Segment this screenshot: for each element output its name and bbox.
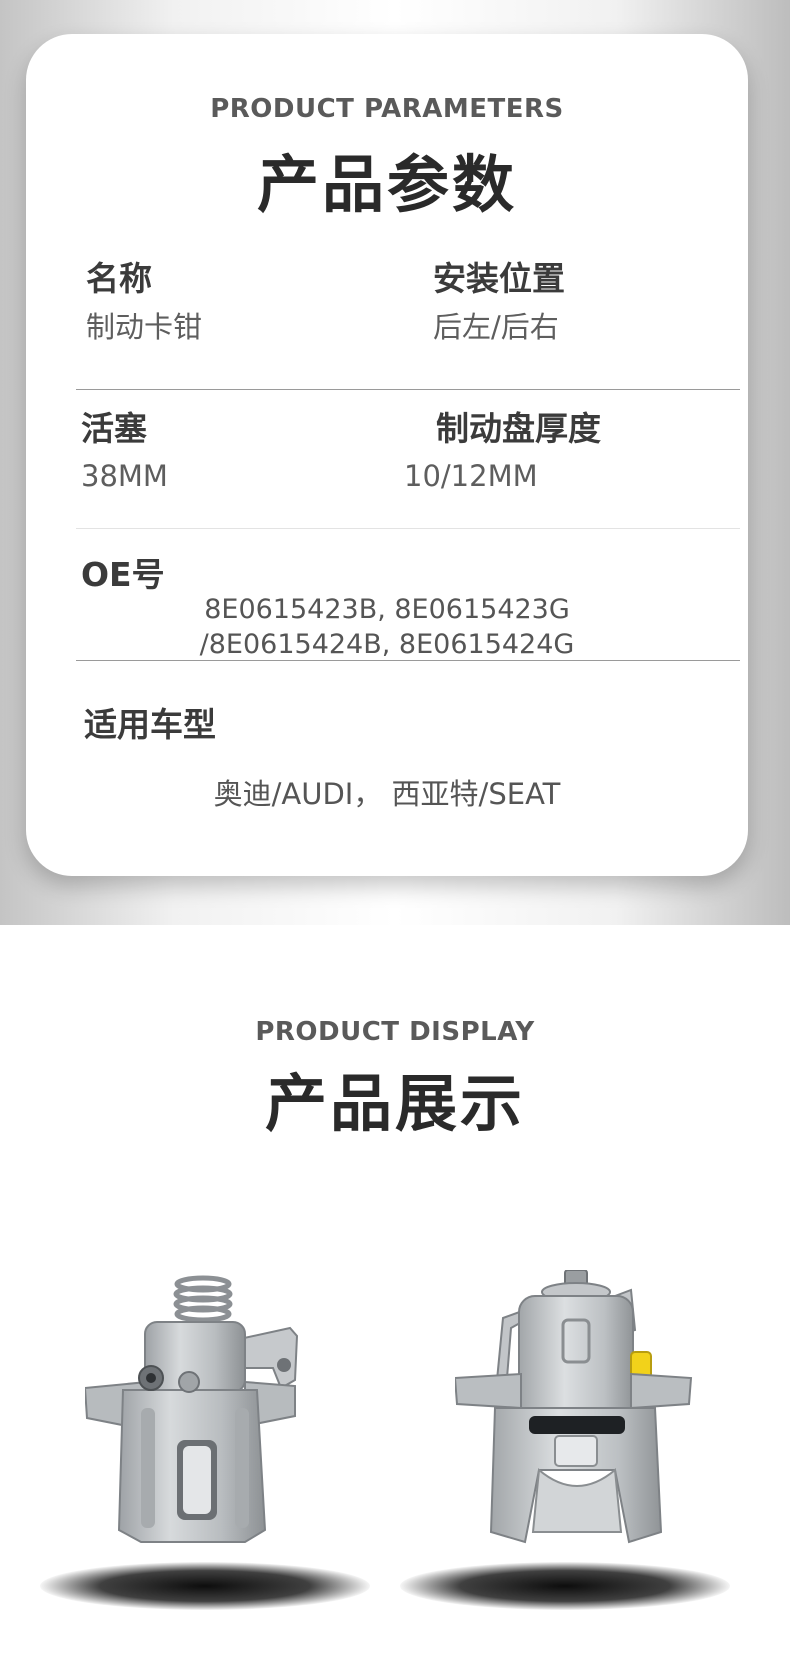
models-value: 奥迪/AUDI， 西亚特/SEAT [213,777,561,811]
name-value: 制动卡钳 [86,310,203,344]
oe-number-label: OE号 [81,555,165,594]
piston-label: 活塞 [81,409,147,448]
parameters-section: PRODUCT PARAMETERS 产品参数 名称 制动卡钳 安装位置 后左/… [0,0,790,925]
row-divider [76,660,740,661]
position-label: 安装位置 [433,259,565,298]
disc-thickness-value: 10/12MM [404,459,538,493]
piston-value: 38MM [81,459,168,493]
display-title: 产品展示 [264,1067,525,1140]
oe-number-line: /8E0615424B, 8E0615424G [199,629,575,660]
position-value: 后左/后右 [433,310,559,344]
disc-thickness-label: 制动盘厚度 [436,409,601,448]
models-label: 适用车型 [84,705,216,744]
row-divider [76,528,740,529]
brake-caliper-side-image [85,1275,299,1543]
name-label: 名称 [86,259,152,298]
parameters-card: PRODUCT PARAMETERS 产品参数 名称 制动卡钳 安装位置 后左/… [26,34,748,876]
display-eyebrow: PRODUCT DISPLAY [255,1017,535,1047]
row-divider [76,389,740,390]
brake-caliper-rear-image [455,1270,693,1544]
parameters-title: 产品参数 [256,148,517,221]
parameters-eyebrow: PRODUCT PARAMETERS [210,94,564,124]
oe-number-line: 8E0615423B, 8E0615423G [204,594,570,625]
